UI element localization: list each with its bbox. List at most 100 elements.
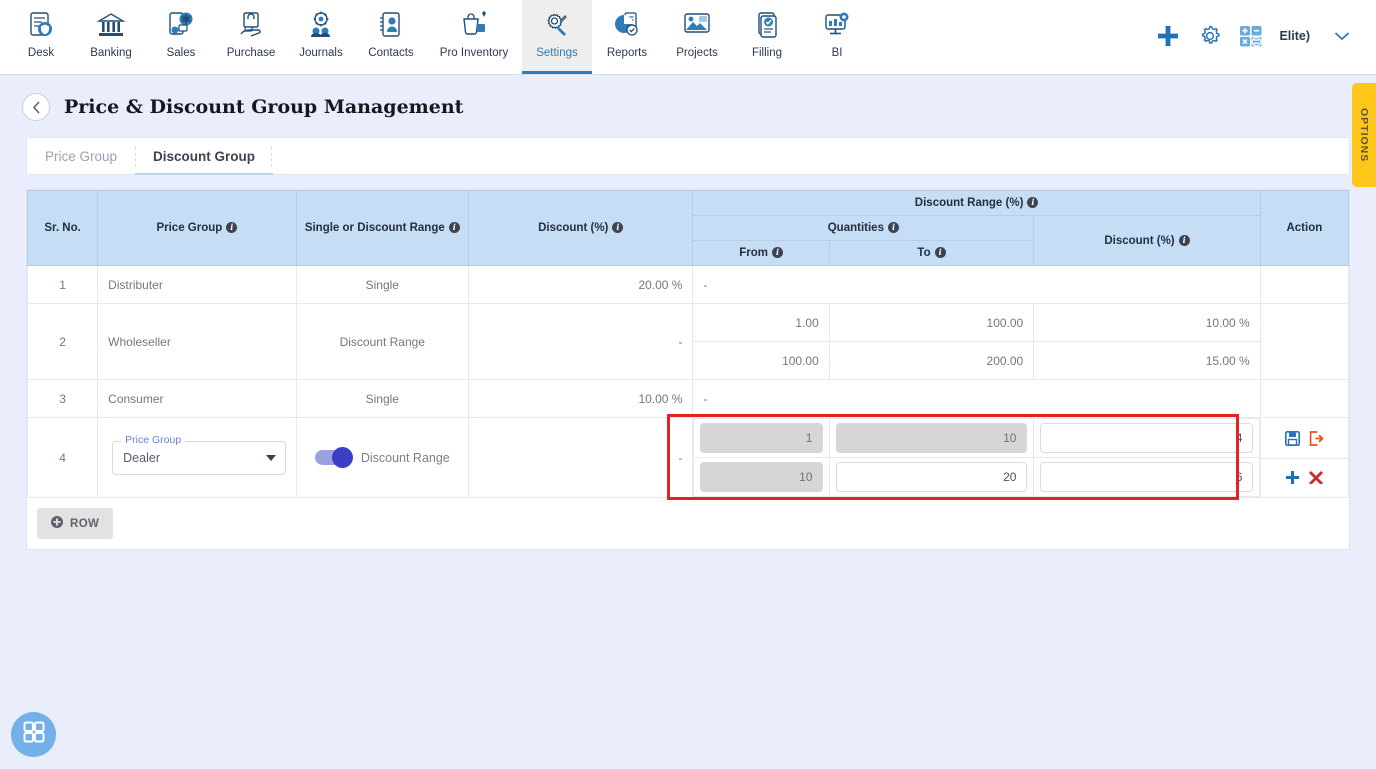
tab-label: Price Group bbox=[45, 148, 118, 164]
cell-actions bbox=[1259, 417, 1350, 498]
info-icon[interactable]: i bbox=[887, 222, 899, 233]
cell-range-from: 1.00 bbox=[692, 303, 830, 342]
range-discount-input[interactable] bbox=[1040, 423, 1254, 453]
nav-item-desk[interactable]: Desk bbox=[6, 0, 76, 74]
range-discount-input[interactable] bbox=[1040, 462, 1254, 492]
th-action: Action bbox=[1259, 190, 1350, 266]
back-button[interactable] bbox=[22, 93, 50, 121]
range-input-row bbox=[693, 418, 1261, 458]
cell-sr-no: 4 bbox=[26, 417, 99, 498]
range-to-input[interactable] bbox=[836, 423, 1028, 453]
page-title: Price & Discount Group Management bbox=[64, 96, 464, 118]
page-header: Price & Discount Group Management bbox=[0, 75, 1376, 121]
info-icon[interactable]: i bbox=[772, 247, 783, 258]
tab-price-group[interactable]: Price Group bbox=[27, 138, 135, 174]
settings-icon bbox=[542, 8, 572, 42]
range-from-input[interactable] bbox=[700, 462, 824, 492]
gear-icon[interactable] bbox=[1197, 23, 1223, 49]
apps-grid-fab[interactable] bbox=[11, 712, 56, 757]
nav-item-filling[interactable]: Filling bbox=[732, 0, 802, 74]
th-label: Discount (%) bbox=[1104, 234, 1175, 247]
info-icon[interactable]: i bbox=[448, 222, 460, 233]
nav-item-bi[interactable]: BI bbox=[802, 0, 872, 74]
top-navigation-bar: Desk Banking Sales Purchase Journals Con… bbox=[0, 0, 1376, 75]
discount-range-toggle-label: Discount Range bbox=[360, 450, 450, 465]
nav-item-contacts[interactable]: Contacts bbox=[356, 0, 426, 74]
save-floppy-icon[interactable] bbox=[1284, 431, 1300, 446]
filling-icon bbox=[752, 8, 782, 42]
cell-price-group: Consumer bbox=[97, 379, 297, 418]
reports-icon bbox=[612, 8, 642, 42]
th-discount: Discount (%) i bbox=[467, 190, 694, 266]
info-icon[interactable]: i bbox=[934, 247, 946, 258]
cell-price-group: Wholeseller bbox=[97, 303, 297, 380]
cell-discount: - bbox=[467, 417, 694, 498]
cell-discount: 20.00 % bbox=[467, 265, 694, 304]
user-account-label[interactable]: Elite) bbox=[1279, 29, 1310, 43]
table-row-edit[interactable]: 4 Price Group Dealer Discount Range - 1 … bbox=[26, 417, 1350, 498]
nav-item-pro-inventory[interactable]: Pro Inventory bbox=[426, 0, 522, 74]
nav-label: Contacts bbox=[368, 47, 414, 59]
header-row-1: Sr. No. Price Group i Single or Discount … bbox=[26, 190, 1350, 266]
th-label: From bbox=[739, 247, 768, 259]
price-group-select[interactable]: Price Group Dealer bbox=[112, 433, 287, 475]
info-icon[interactable]: i bbox=[1178, 234, 1190, 246]
close-x-icon[interactable] bbox=[1309, 470, 1324, 484]
nav-item-purchase[interactable]: Purchase bbox=[216, 0, 286, 74]
th-from: From i bbox=[692, 240, 830, 266]
cell-price-group-select: Price Group Dealer bbox=[97, 417, 297, 498]
discount-group-table: Sr. No. Price Group i Single or Discount … bbox=[26, 190, 1350, 498]
range-inputs-table bbox=[693, 418, 1261, 497]
range-from-input[interactable] bbox=[700, 423, 824, 453]
chevron-down-icon[interactable] bbox=[1326, 28, 1358, 45]
table-row[interactable]: 1 Distributer Single 20.00 % - bbox=[26, 265, 1350, 304]
nav-label: Pro Inventory bbox=[439, 47, 509, 59]
cell-sr-no: 1 bbox=[26, 265, 99, 304]
range-to-cell bbox=[829, 457, 1035, 497]
plus-icon[interactable] bbox=[1155, 23, 1181, 49]
options-side-tab[interactable]: OPTIONS bbox=[1352, 83, 1376, 187]
th-range-discount: Discount (%) i bbox=[1033, 215, 1261, 266]
nav-item-projects[interactable]: Projects bbox=[662, 0, 732, 74]
info-icon[interactable]: i bbox=[612, 222, 624, 233]
th-discount-range: Discount Range (%) i bbox=[692, 190, 1261, 216]
discount-range-toggle[interactable] bbox=[314, 447, 353, 468]
cell-range-to: 100.00 bbox=[828, 303, 1035, 342]
cell-range-to: 200.00 bbox=[828, 341, 1035, 380]
cell-range-discount: 10.00 % bbox=[1033, 303, 1261, 342]
nav-label: BI bbox=[831, 47, 843, 59]
range-from-cell bbox=[693, 457, 831, 497]
purchase-icon bbox=[236, 8, 266, 42]
table-row[interactable]: 3 Consumer Single 10.00 % - bbox=[26, 379, 1350, 418]
info-icon[interactable]: i bbox=[1027, 197, 1039, 208]
tab-discount-group[interactable]: Discount Group bbox=[135, 138, 274, 175]
range-to-input[interactable] bbox=[836, 462, 1028, 492]
nav-label: Sales bbox=[166, 47, 196, 59]
cell-action bbox=[1259, 379, 1350, 418]
projects-icon bbox=[682, 8, 712, 42]
price-group-select-label: Price Group bbox=[121, 433, 186, 446]
cell-range-toggle: Discount Range bbox=[295, 417, 469, 498]
nav-label: Banking bbox=[90, 47, 132, 59]
nav-label: Reports bbox=[606, 47, 648, 59]
cell-mode: Single bbox=[295, 379, 469, 418]
bank-icon bbox=[96, 8, 126, 42]
exit-arrow-icon[interactable] bbox=[1309, 431, 1324, 446]
nav-item-settings[interactable]: Settings bbox=[522, 0, 592, 74]
add-row-button[interactable]: ROW bbox=[37, 508, 114, 539]
nav-item-journals[interactable]: Journals bbox=[286, 0, 356, 74]
th-label: To bbox=[917, 247, 931, 259]
plus-icon[interactable] bbox=[1285, 470, 1300, 485]
cell-range-from: 100.00 bbox=[692, 341, 830, 380]
info-icon[interactable]: i bbox=[226, 222, 238, 233]
th-label: Single or Discount Range bbox=[304, 222, 445, 234]
nav-item-reports[interactable]: Reports bbox=[592, 0, 662, 74]
calculator-icon[interactable] bbox=[1239, 24, 1263, 48]
journals-icon bbox=[306, 8, 336, 42]
sales-icon bbox=[166, 8, 196, 42]
discount-group-table-card: Sr. No. Price Group i Single or Discount … bbox=[26, 189, 1350, 550]
nav-item-banking[interactable]: Banking bbox=[76, 0, 146, 74]
nav-item-sales[interactable]: Sales bbox=[146, 0, 216, 74]
table-row[interactable]: 2 Wholeseller Discount Range - 1.00 100.… bbox=[26, 303, 1350, 380]
range-discount-cell bbox=[1033, 418, 1261, 458]
